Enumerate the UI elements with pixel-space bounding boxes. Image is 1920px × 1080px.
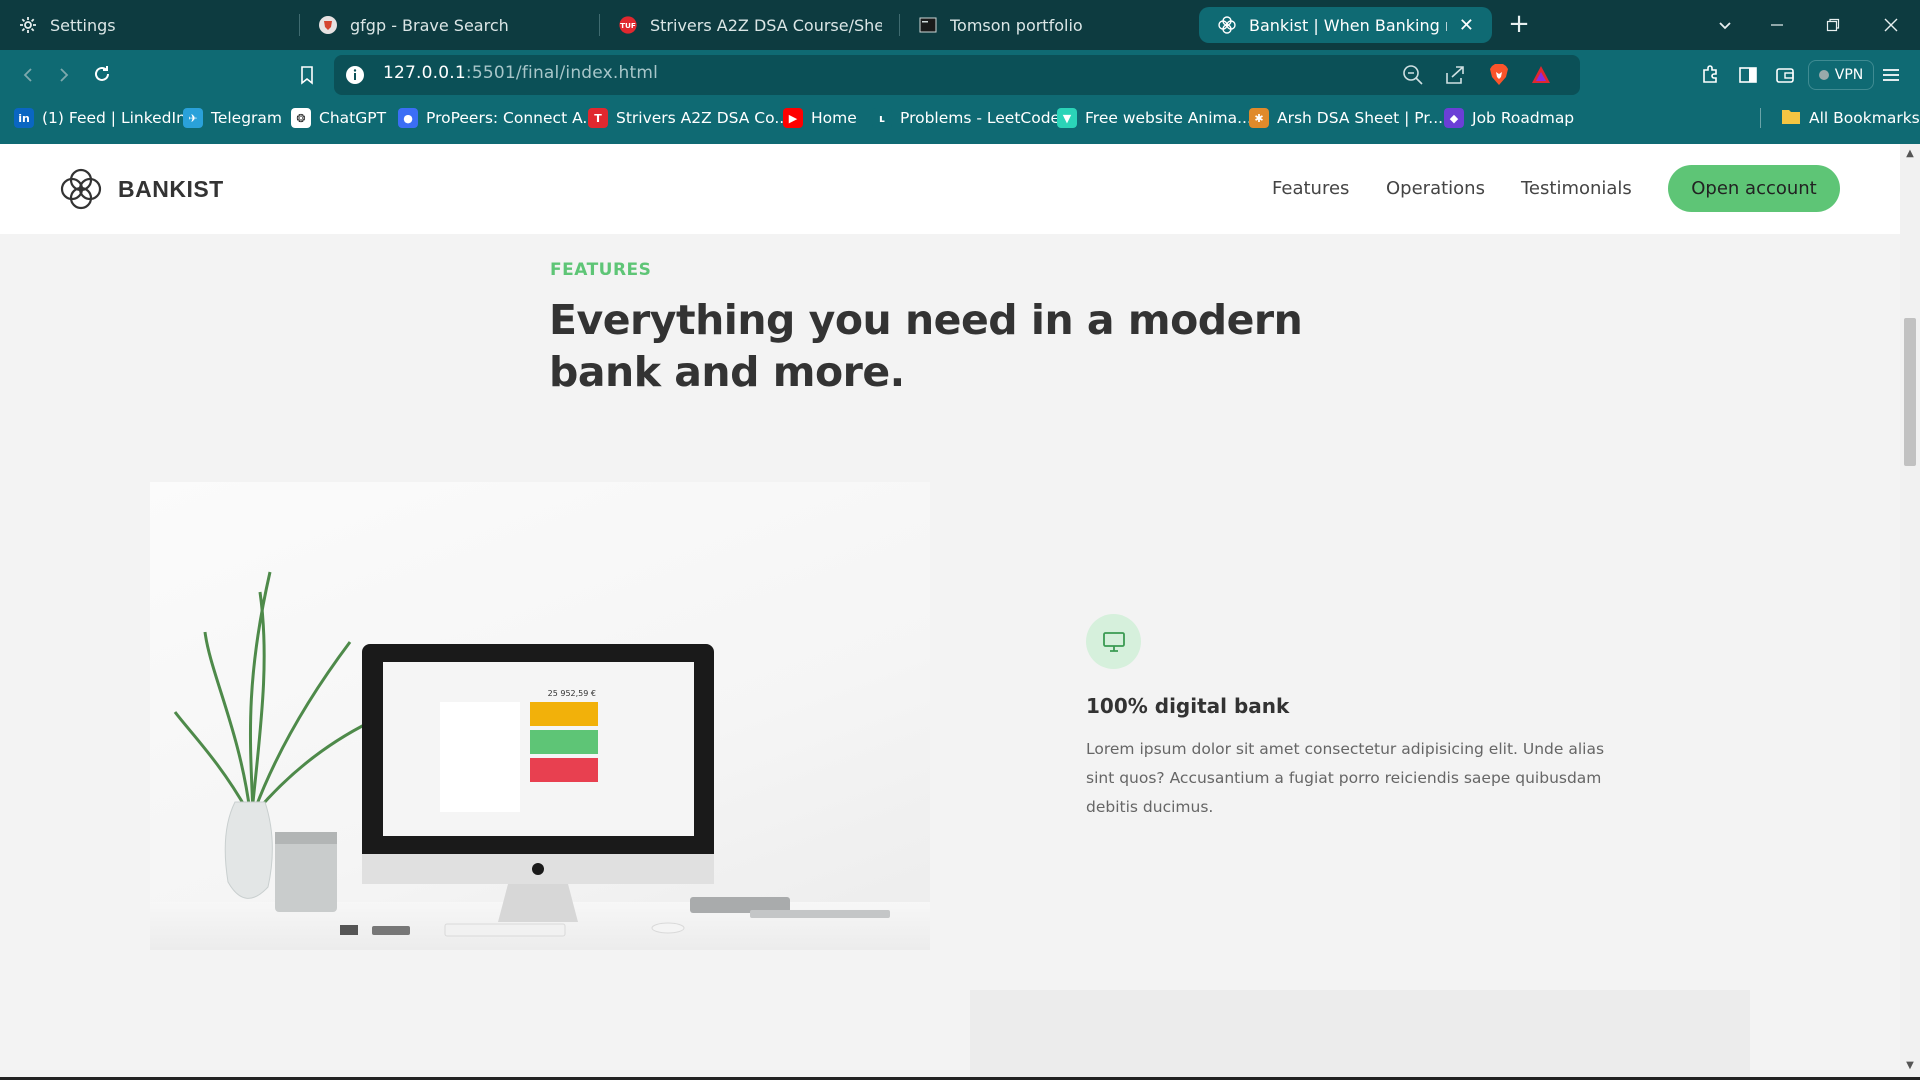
menu-icon[interactable] [1878,62,1904,88]
bookmark-icon[interactable] [294,62,320,88]
brave-search-icon [318,15,338,35]
reload-icon[interactable] [89,61,115,87]
sidebar-icon[interactable] [1735,62,1761,88]
bookmark-chatgpt[interactable]: ❂ ChatGPT [291,100,386,136]
feature-description: Lorem ipsum dolor sit amet consectetur a… [1086,740,1605,816]
tab-settings[interactable]: Settings [0,0,300,50]
all-bookmarks-folder[interactable]: All Bookmarks [1781,100,1920,136]
site-info-icon[interactable] [342,62,368,88]
bankist-logo-icon [60,168,102,210]
bookmark-roadmap[interactable]: ◆ Job Roadmap [1444,100,1574,136]
nav-link-operations[interactable]: Operations [1386,178,1485,199]
bookmark-linkedin[interactable]: in (1) Feed | LinkedIn [14,100,186,136]
propeers-icon: ● [398,108,418,128]
page-scrollbar[interactable] [1900,144,1920,1080]
bookmark-label: Problems - LeetCode [900,109,1061,127]
new-tab-button[interactable]: + [1504,10,1534,40]
screen-balance: 25 952,59 € [548,689,596,698]
back-icon[interactable] [15,62,41,88]
telegram-icon: ✈ [183,108,203,128]
scrollbar-thumb[interactable] [1904,318,1916,466]
vpn-status-icon [1818,70,1829,80]
leetcode-icon: ʟ [872,108,892,128]
section-tag: FEATURES [550,260,652,280]
bookmark-arsh[interactable]: ✱ Arsh DSA Sheet | Pr... [1249,100,1443,136]
bookmark-anima[interactable]: ▼ Free website Anima... [1057,100,1252,136]
bookmark-telegram[interactable]: ✈ Telegram [183,100,282,136]
desk-illustration: 25 952,59 € [173,571,890,937]
feature-image-next [970,990,1750,1080]
bookmark-label: Free website Anima... [1085,109,1252,127]
share-icon[interactable] [1442,62,1468,88]
site-header: BANKIST Features Operations Testimonials… [0,144,1900,234]
tab-tomson[interactable]: Tomson portfolio [900,0,1200,50]
extensions-icon[interactable] [1697,62,1723,88]
close-tab-icon[interactable]: ✕ [1459,15,1474,36]
feature-image-digital: 25 952,59 € [150,482,930,950]
minimize-icon[interactable] [1752,0,1802,50]
nav-link-testimonials[interactable]: Testimonials [1521,178,1632,199]
tab-title: Settings [50,15,116,35]
monitor-icon [1086,614,1141,669]
page-viewport: BANKIST Features Operations Testimonials… [0,144,1900,1080]
bookmark-label: ChatGPT [319,109,387,127]
bookmark-label: Job Roadmap [1472,109,1575,127]
tab-search-chevron-icon[interactable] [1700,0,1750,50]
page-icon [918,15,938,35]
tuf-icon: TUF [618,15,638,35]
feature-title: 100% digital bank [1086,694,1290,718]
folder-icon [1781,107,1801,129]
bankist-icon [1217,15,1237,35]
bookmark-label: ProPeers: Connect A... [426,109,598,127]
scroll-down-icon[interactable]: ▼ [1904,1060,1916,1072]
section-title: Everything you need in a modern bank and… [549,296,1303,396]
tab-title: Tomson portfolio [950,15,1083,35]
tab-bar: Settings gfgp - Brave Search TUF Striver… [0,0,1920,50]
bookmark-youtube[interactable]: ▶ Home [783,100,857,136]
brave-shields-icon[interactable] [1486,62,1512,88]
roadmap-icon: ◆ [1444,108,1464,128]
nav-link-features[interactable]: Features [1272,178,1349,199]
close-window-icon[interactable] [1866,0,1916,50]
tab-bankist[interactable]: Bankist | When Banking meets r ✕ [1199,7,1492,43]
bookmark-label: (1) Feed | LinkedIn [42,109,186,127]
arsh-icon: ✱ [1249,108,1269,128]
tab-title: gfgp - Brave Search [350,15,509,35]
url-text[interactable]: 127.0.0.1:5501/final/index.html [383,63,658,83]
chatgpt-icon: ❂ [291,108,311,128]
bookmark-label: Telegram [211,109,283,127]
tab-title: Strivers A2Z DSA Course/Sheet - Cr [650,15,882,35]
anima-icon: ▼ [1057,108,1077,128]
forward-icon[interactable] [51,62,77,88]
brand-name: BANKIST [118,175,224,202]
bookmark-propeers[interactable]: ● ProPeers: Connect A... [398,100,597,136]
tab-strivers[interactable]: TUF Strivers A2Z DSA Course/Sheet - Cr [600,0,900,50]
vpn-button[interactable]: VPN [1808,60,1874,90]
gear-icon [18,15,38,35]
youtube-icon: ▶ [783,108,803,128]
restore-icon[interactable] [1808,0,1858,50]
bookmark-leetcode[interactable]: ʟ Problems - LeetCode [872,100,1060,136]
open-account-button[interactable]: Open account [1668,165,1840,212]
brave-rewards-icon[interactable] [1528,62,1554,88]
bankist-logo[interactable]: BANKIST [58,166,224,212]
scroll-up-icon[interactable]: ▲ [1904,148,1916,160]
svg-text:TUF: TUF [620,21,636,30]
linkedin-icon: in [14,108,34,128]
tuf-icon: T [588,108,608,128]
bookmark-label: Arsh DSA Sheet | Pr... [1277,109,1444,127]
wallet-icon[interactable] [1772,62,1798,88]
bookmark-label: Strivers A2Z DSA Co... [616,109,790,127]
bookmark-tuf[interactable]: T Strivers A2Z DSA Co... [588,100,789,136]
zoom-icon[interactable] [1400,62,1426,88]
tab-title: Bankist | When Banking meets r [1249,15,1447,35]
tab-brave-search[interactable]: gfgp - Brave Search [300,0,600,50]
bookmark-label: Home [811,109,857,127]
